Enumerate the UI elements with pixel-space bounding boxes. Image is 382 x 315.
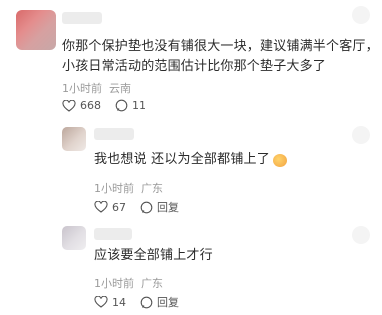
- username-blurred[interactable]: [62, 12, 102, 24]
- more-options-button[interactable]: [352, 126, 370, 144]
- location: 广东: [141, 277, 163, 290]
- username-blurred[interactable]: [94, 128, 134, 140]
- like-count: 14: [112, 295, 126, 309]
- emoji-icon: [272, 153, 287, 167]
- comment-actions: 668 11: [62, 99, 160, 112]
- reply-text-content: 我也想说 还以为全部都铺上了: [94, 152, 270, 167]
- like-count: 67: [112, 200, 126, 214]
- timestamp: 1小时前: [94, 277, 134, 290]
- reply-text: 应该要全部铺上才行: [94, 248, 213, 263]
- avatar[interactable]: [16, 10, 56, 50]
- comment-text-line1: 你那个保护垫也没有铺很大一块，建议铺满半个客厅，: [62, 39, 379, 54]
- reply-button[interactable]: 11: [115, 99, 146, 112]
- reply-count: 11: [132, 99, 146, 112]
- more-options-button[interactable]: [352, 6, 370, 24]
- reply-meta: 1小时前 广东: [94, 275, 163, 291]
- heart-icon: [94, 296, 108, 308]
- like-button[interactable]: 14: [94, 296, 126, 309]
- reply-button[interactable]: 回复: [140, 294, 179, 310]
- avatar[interactable]: [62, 226, 86, 250]
- reply-label: 回复: [157, 201, 179, 214]
- like-button[interactable]: 668: [62, 99, 101, 112]
- heart-icon: [94, 201, 108, 213]
- reply-label: 回复: [157, 296, 179, 309]
- comment-icon: [115, 99, 128, 112]
- comment-meta: 1小时前 云南: [62, 80, 131, 96]
- comments-panel: { "comments": [ { "text_line1": "你那个保护垫也…: [0, 0, 382, 315]
- comment-icon: [140, 201, 153, 213]
- heart-icon: [62, 99, 76, 112]
- more-options-button[interactable]: [352, 226, 370, 244]
- reply-text: 我也想说 还以为全部都铺上了: [94, 150, 287, 170]
- like-count: 668: [80, 99, 101, 112]
- username-blurred[interactable]: [94, 228, 132, 240]
- timestamp: 1小时前: [62, 82, 102, 95]
- reply-meta: 1小时前 广东: [94, 180, 163, 196]
- reply-actions: 14 回复: [94, 294, 193, 310]
- like-button[interactable]: 67: [94, 201, 126, 214]
- comment-text-line2: 小孩日常活动的范围估计比你那个垫子大多了: [62, 59, 327, 74]
- timestamp: 1小时前: [94, 182, 134, 195]
- avatar[interactable]: [62, 127, 86, 151]
- location: 云南: [109, 82, 131, 95]
- reply-button[interactable]: 回复: [140, 199, 179, 215]
- reply-actions: 67 回复: [94, 199, 193, 215]
- location: 广东: [141, 182, 163, 195]
- comment-icon: [140, 296, 153, 308]
